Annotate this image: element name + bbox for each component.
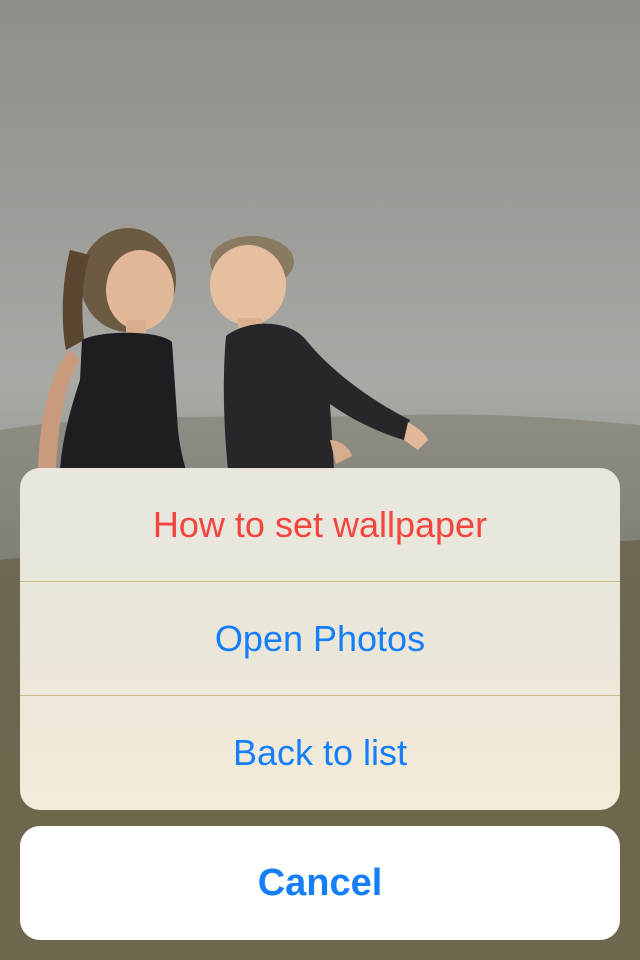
how-to-set-wallpaper-button[interactable]: How to set wallpaper: [20, 468, 620, 581]
cancel-button[interactable]: Cancel: [20, 826, 620, 940]
back-to-list-button[interactable]: Back to list: [20, 696, 620, 809]
open-photos-button[interactable]: Open Photos: [20, 582, 620, 695]
boy-figure: [210, 236, 428, 470]
action-sheet: How to set wallpaper Open Photos Back to…: [20, 468, 620, 810]
